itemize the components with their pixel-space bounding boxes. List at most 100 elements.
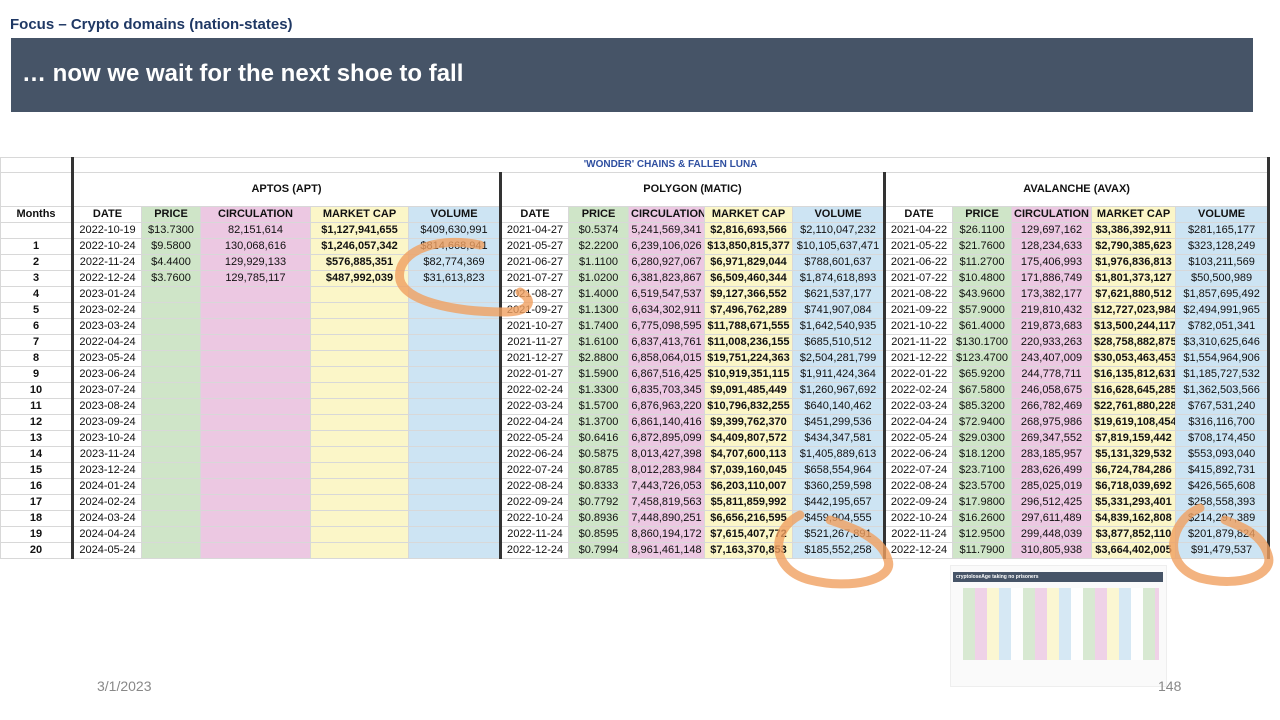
date-cell: 2021-05-27 (499, 238, 569, 255)
price-cell: $1.1300 (568, 302, 629, 319)
footer-date: 3/1/2023 (97, 678, 152, 694)
market-cap-cell: $7,615,407,772 (704, 526, 793, 543)
date-cell: 2022-06-24 (883, 446, 953, 463)
price-cell: $72.9400 (952, 414, 1012, 431)
volume-cell: $658,554,964 (792, 462, 885, 479)
price-cell: $85.3200 (952, 398, 1012, 415)
volume-cell: $814,668,941 (408, 238, 501, 255)
circulation-cell: 283,626,499 (1011, 462, 1092, 479)
date-cell: 2023-02-24 (71, 302, 142, 319)
price-cell: $1.5900 (568, 366, 629, 383)
market-cap-cell: $7,039,160,045 (704, 462, 793, 479)
months-header: Months (0, 206, 73, 223)
price-cell (141, 382, 201, 399)
volume-cell (408, 462, 501, 479)
date-cell: 2022-08-24 (883, 478, 953, 495)
market-cap-cell: $22,761,880,228 (1091, 398, 1176, 415)
column-header-volume: VOLUME (1174, 206, 1271, 223)
date-cell: 2022-03-24 (499, 398, 569, 415)
table-row: 19 2024-04-24 2022-11-24 $0.8595 8,860,194,1… (0, 526, 1271, 543)
date-cell: 2021-04-27 (499, 222, 569, 239)
circulation-cell: 219,810,432 (1011, 302, 1092, 319)
title-banner: … now we wait for the next shoe to fall (11, 38, 1253, 112)
price-cell: $17.9800 (952, 494, 1012, 511)
market-cap-cell (310, 382, 409, 399)
market-cap-cell: $6,656,216,595 (704, 510, 793, 527)
table-row: 20 2024-05-24 2022-12-24 $0.7994 8,961,461,1… (0, 542, 1271, 559)
date-cell: 2021-12-27 (499, 350, 569, 367)
date-cell: 2022-03-24 (883, 398, 953, 415)
volume-cell: $442,195,657 (792, 494, 885, 511)
date-cell: 2022-12-24 (71, 270, 142, 287)
market-cap-cell (310, 510, 409, 527)
price-cell: $0.6416 (568, 430, 629, 447)
circulation-cell: 7,448,890,251 (628, 510, 705, 527)
price-cell: $26.1100 (952, 222, 1012, 239)
volume-cell: $788,601,637 (792, 254, 885, 271)
volume-cell (408, 286, 501, 303)
price-cell: $1.6100 (568, 334, 629, 351)
table-row: 2022-10-19 $13.7300 82,151,614 $1,127,941,6… (0, 222, 1271, 239)
price-cell (141, 542, 201, 559)
date-cell: 2022-01-27 (499, 366, 569, 383)
chain-name: POLYGON (MATIC) (499, 172, 885, 207)
circulation-cell: 129,785,117 (200, 270, 311, 287)
volume-cell: $2,110,047,232 (792, 222, 885, 239)
date-cell: 2023-09-24 (71, 414, 142, 431)
circulation-cell (200, 398, 311, 415)
market-cap-cell (310, 286, 409, 303)
super-title: 'WONDER' CHAINS & FALLEN LUNA (70, 157, 1271, 173)
volume-cell: $258,558,393 (1174, 494, 1271, 511)
volume-cell: $201,879,824 (1174, 526, 1271, 543)
volume-cell: $459,904,555 (792, 510, 885, 527)
volume-cell: $1,857,695,492 (1174, 286, 1271, 303)
volume-cell: $621,537,177 (792, 286, 885, 303)
date-cell: 2024-05-24 (71, 542, 142, 559)
volume-cell: $415,892,731 (1174, 462, 1271, 479)
volume-cell: $708,174,450 (1174, 430, 1271, 447)
price-cell (141, 462, 201, 479)
table-row: 17 2024-02-24 2022-09-24 $0.7792 7,458,819,5… (0, 494, 1271, 511)
volume-cell: $214,297,389 (1174, 510, 1271, 527)
month-cell: 13 (0, 430, 73, 447)
price-cell: $1.0200 (568, 270, 629, 287)
volume-cell: $767,531,240 (1174, 398, 1271, 415)
circulation-cell: 6,280,927,067 (628, 254, 705, 271)
corner-cell (0, 157, 73, 173)
circulation-cell: 6,876,963,220 (628, 398, 705, 415)
price-cell: $29.0300 (952, 430, 1012, 447)
market-cap-cell: $9,127,366,552 (704, 286, 793, 303)
market-cap-cell: $6,724,784,286 (1091, 462, 1176, 479)
price-cell: $0.8333 (568, 478, 629, 495)
circulation-cell (200, 318, 311, 335)
volume-cell: $451,299,536 (792, 414, 885, 431)
month-cell: 6 (0, 318, 73, 335)
market-cap-cell (310, 334, 409, 351)
month-cell: 9 (0, 366, 73, 383)
circulation-cell (200, 542, 311, 559)
column-header-market-cap: MARKET CAP (704, 206, 793, 223)
date-cell: 2023-11-24 (71, 446, 142, 463)
market-cap-cell: $7,496,762,289 (704, 302, 793, 319)
price-cell: $12.9500 (952, 526, 1012, 543)
market-cap-cell (310, 542, 409, 559)
month-cell: 7 (0, 334, 73, 351)
circulation-cell: 243,407,009 (1011, 350, 1092, 367)
price-cell: $0.5875 (568, 446, 629, 463)
circulation-cell: 285,025,019 (1011, 478, 1092, 495)
chain-name: APTOS (APT) (71, 172, 501, 207)
market-cap-cell (310, 414, 409, 431)
circulation-cell (200, 526, 311, 543)
volume-cell: $1,554,964,906 (1174, 350, 1271, 367)
market-cap-cell: $576,885,351 (310, 254, 409, 271)
table-row: 3 2022-12-24 $3.7600 129,785,117 $487,992,03… (0, 270, 1271, 287)
circulation-cell: 246,058,675 (1011, 382, 1092, 399)
date-cell: 2021-08-27 (499, 286, 569, 303)
date-cell: 2024-02-24 (71, 494, 142, 511)
price-cell (141, 478, 201, 495)
price-cell (141, 446, 201, 463)
table-row: 1 2022-10-24 $9.5800 130,068,616 $1,246,057,… (0, 238, 1271, 255)
month-cell: 2 (0, 254, 73, 271)
market-cap-cell: $9,399,762,370 (704, 414, 793, 431)
thumbnail-table-image (963, 588, 1159, 660)
